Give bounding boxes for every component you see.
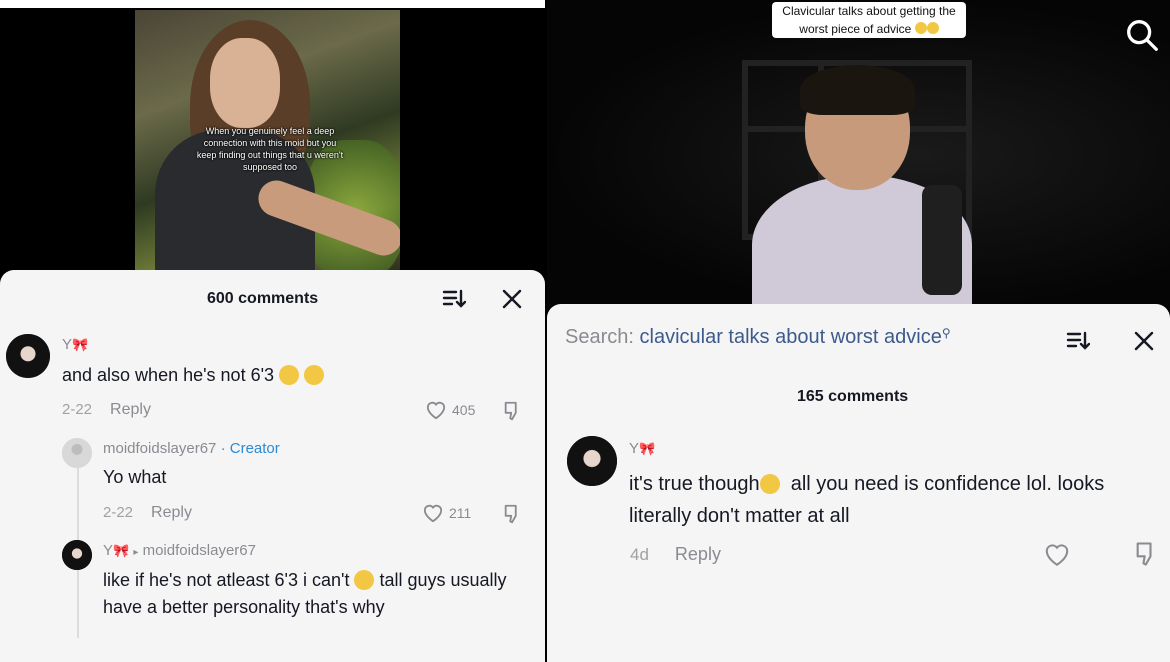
avatar[interactable] <box>62 438 92 468</box>
dislike-icon[interactable] <box>1133 540 1161 568</box>
bow-icon: 🎀 <box>72 337 89 352</box>
comment-username[interactable]: moidfoidslayer67 · Creator <box>103 440 280 457</box>
creator-badge: · Creator <box>220 440 280 457</box>
heart-icon <box>423 504 443 523</box>
search-label: Search: <box>565 326 634 348</box>
comment-text: and also when he's not 6'3 <box>62 362 325 389</box>
dislike-icon[interactable] <box>502 503 524 525</box>
avatar[interactable] <box>6 334 50 378</box>
search-query: clavicular talks about worst advice <box>639 326 942 348</box>
microphone <box>922 185 962 295</box>
comment-text: like if he's not atleast 6'3 i can't tal… <box>103 570 507 617</box>
close-icon[interactable] <box>500 287 524 311</box>
emoji-icon <box>354 570 375 590</box>
video-caption: Clavicular talks about getting the worst… <box>772 2 966 38</box>
close-icon[interactable] <box>1132 329 1156 353</box>
dislike-icon[interactable] <box>502 400 524 422</box>
video-frame[interactable]: When you genuinely feel a deep connectio… <box>135 10 400 272</box>
search-suggestion[interactable]: Search: clavicular talks about worst adv… <box>565 326 951 349</box>
emoji-icon <box>926 22 939 34</box>
emoji-icon <box>759 474 780 494</box>
video-frame[interactable]: Clavicular talks about getting the worst… <box>547 0 1170 310</box>
left-screenshot: When you genuinely feel a deep connectio… <box>0 0 545 662</box>
avatar[interactable] <box>567 436 617 486</box>
comment-meta: 2-22 Reply <box>62 401 151 418</box>
heart-icon <box>426 401 446 420</box>
like-count: 211 <box>449 505 472 521</box>
reply-button[interactable]: Reply <box>110 401 151 418</box>
reply-button[interactable]: Reply <box>675 544 721 564</box>
comments-count: 165 comments <box>797 388 909 405</box>
emoji-icon <box>304 365 325 385</box>
woman-face <box>210 38 280 128</box>
comment-username[interactable]: Y🎀 ▸ moidfoidslayer67 <box>103 542 256 559</box>
comments-sheet: Search: clavicular talks about worst adv… <box>547 304 1170 662</box>
like-count: 405 <box>452 402 476 418</box>
search-icon[interactable] <box>1123 16 1161 54</box>
comment-username[interactable]: Y🎀 <box>629 440 655 457</box>
man-hair <box>800 65 915 115</box>
reply-button[interactable]: Reply <box>151 504 192 521</box>
emoji-icon <box>914 22 927 34</box>
avatar[interactable] <box>62 540 92 570</box>
like-button[interactable]: 211 <box>422 503 471 523</box>
comment-meta: 4d Reply <box>630 544 721 564</box>
comments-sheet: 600 comments Y🎀 and also when he's not 6… <box>0 270 545 662</box>
emoji-icon <box>279 365 300 385</box>
bow-icon: 🎀 <box>639 441 656 456</box>
comment-text: Yo what <box>103 467 167 487</box>
bow-icon: 🎀 <box>113 543 130 558</box>
search-icon: ⚲ <box>941 326 951 340</box>
reply-arrow-icon: ▸ <box>133 547 139 558</box>
comments-count: 600 comments <box>207 290 319 307</box>
comment-username[interactable]: Y🎀 <box>62 336 88 353</box>
top-strip <box>0 0 545 8</box>
comment-text: it's true though all you need is confide… <box>629 473 1105 527</box>
comment-meta: 2-22 Reply <box>103 504 192 521</box>
like-button[interactable]: 405 <box>425 400 475 420</box>
sort-icon[interactable] <box>1066 329 1090 353</box>
heart-icon[interactable] <box>1043 542 1071 567</box>
video-overlay-text: When you genuinely feel a deep connectio… <box>196 126 344 172</box>
sort-icon[interactable] <box>442 287 466 311</box>
right-screenshot: Clavicular talks about getting the worst… <box>547 0 1170 662</box>
